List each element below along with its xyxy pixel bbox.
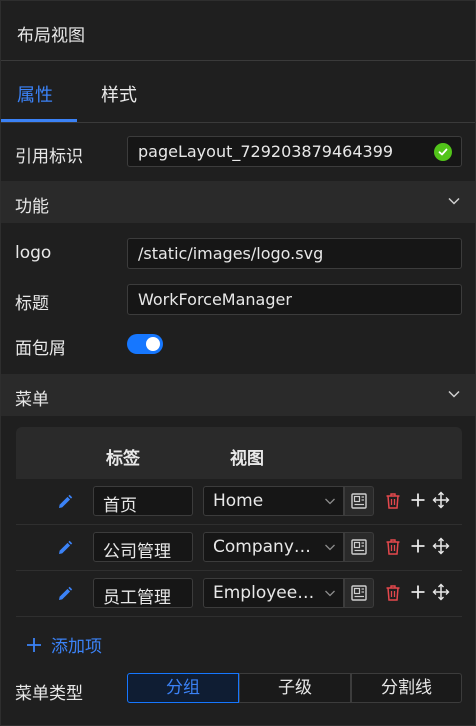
layout-icon — [351, 539, 367, 555]
menu-type-label: 菜单类型 — [15, 684, 83, 704]
menu-view-value: CompanyL... — [213, 537, 317, 557]
tab-bar: 属性 样式 — [1, 61, 475, 123]
add-child-icon[interactable] — [410, 538, 426, 554]
logo-label: logo — [15, 243, 52, 263]
section-function-header[interactable]: 功能 — [1, 181, 475, 223]
chevron-down-icon — [325, 544, 335, 551]
chevron-down-icon — [325, 590, 335, 597]
menu-label-input[interactable]: 首页 — [93, 486, 193, 516]
menu-type-option-child[interactable]: 子级 — [239, 673, 351, 703]
menu-type-segmented-control: 分组 子级 分割线 — [127, 673, 462, 703]
section-function-title: 功能 — [15, 197, 49, 217]
drag-move-icon[interactable] — [432, 583, 450, 601]
column-label-header: 标签 — [106, 449, 140, 469]
chevron-down-icon — [448, 390, 460, 398]
layout-icon — [351, 585, 367, 601]
menu-table: 标签 视图 首页 Home 公司管理 CompanyL... 员工管理 Empl… — [16, 427, 462, 617]
column-view-header: 视图 — [230, 449, 264, 469]
tab-properties[interactable]: 属性 — [17, 81, 53, 107]
menu-view-value: Home — [213, 491, 264, 511]
section-menu-title: 菜单 — [15, 390, 49, 410]
delete-trash-icon[interactable] — [385, 492, 401, 510]
open-view-button[interactable] — [344, 532, 374, 562]
edit-pencil-icon[interactable] — [56, 585, 74, 603]
panel-title: 布局视图 — [17, 26, 85, 46]
active-tab-indicator — [1, 119, 77, 122]
drag-move-icon[interactable] — [432, 491, 450, 509]
menu-view-value: Employee_... — [213, 583, 317, 603]
section-menu-header[interactable]: 菜单 — [1, 374, 475, 416]
delete-trash-icon[interactable] — [385, 538, 401, 556]
menu-view-select[interactable]: CompanyL... — [203, 532, 344, 562]
chevron-down-icon — [448, 197, 460, 205]
breadcrumb-label: 面包屑 — [15, 339, 66, 359]
toggle-knob — [146, 337, 160, 351]
menu-type-option-divider[interactable]: 分割线 — [351, 673, 462, 703]
check-circle-icon — [434, 143, 452, 161]
delete-trash-icon[interactable] — [385, 584, 401, 602]
menu-view-select[interactable]: Employee_... — [203, 578, 344, 608]
menu-view-select[interactable]: Home — [203, 486, 344, 516]
table-row: 首页 Home — [16, 479, 462, 525]
tab-styles[interactable]: 样式 — [101, 81, 137, 107]
add-menu-item-button[interactable]: 添加项 — [26, 632, 102, 657]
menu-label-input[interactable]: 员工管理 — [93, 578, 193, 608]
reference-id-field[interactable]: pageLayout_729203879464399 — [127, 136, 462, 167]
menu-type-option-group[interactable]: 分组 — [127, 673, 239, 703]
menu-table-header: 标签 视图 — [16, 427, 462, 479]
logo-input[interactable]: /static/images/logo.svg — [127, 238, 462, 269]
edit-pencil-icon[interactable] — [56, 493, 74, 511]
chevron-down-icon — [325, 498, 335, 505]
edit-pencil-icon[interactable] — [56, 539, 74, 557]
reference-id-value: pageLayout_729203879464399 — [138, 142, 394, 161]
title-value: WorkForceManager — [138, 290, 292, 309]
add-child-icon[interactable] — [410, 492, 426, 508]
open-view-button[interactable] — [344, 578, 374, 608]
add-menu-item-label: 添加项 — [51, 637, 102, 657]
logo-value: /static/images/logo.svg — [138, 244, 324, 263]
plus-icon — [27, 637, 41, 652]
title-label: 标题 — [15, 294, 49, 314]
title-input[interactable]: WorkForceManager — [127, 284, 462, 315]
panel-header: 布局视图 — [1, 1, 475, 61]
menu-label-input[interactable]: 公司管理 — [93, 532, 193, 562]
breadcrumb-toggle[interactable] — [127, 334, 163, 354]
table-row: 员工管理 Employee_... — [16, 571, 462, 617]
drag-move-icon[interactable] — [432, 537, 450, 555]
layout-view-panel: 布局视图 属性 样式 引用标识 pageLayout_7292038794643… — [0, 0, 476, 726]
add-child-icon[interactable] — [410, 584, 426, 600]
open-view-button[interactable] — [344, 486, 374, 516]
reference-id-label: 引用标识 — [15, 147, 83, 167]
layout-icon — [351, 493, 367, 509]
table-row: 公司管理 CompanyL... — [16, 525, 462, 571]
